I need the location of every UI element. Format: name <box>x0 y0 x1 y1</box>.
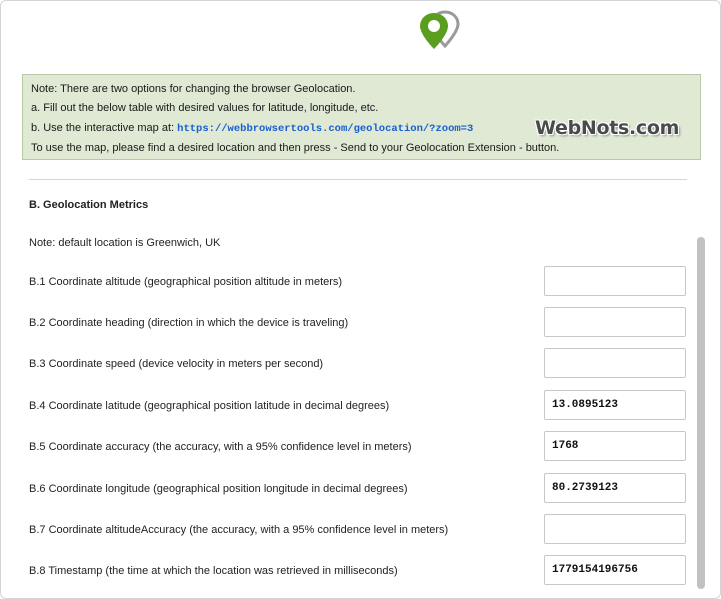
interactive-map-link[interactable]: https://webbrowsertools.com/geolocation/… <box>177 123 473 135</box>
altitude-accuracy-input[interactable] <box>544 514 686 544</box>
scrollbar-thumb[interactable] <box>697 237 705 589</box>
speed-input[interactable] <box>544 348 686 378</box>
heading-label: B.2 Coordinate heading (direction in whi… <box>29 317 349 329</box>
speed-label: B.3 Coordinate speed (device velocity in… <box>29 358 324 370</box>
section-divider <box>29 179 687 180</box>
note-line-intro: Note: There are two options for changing… <box>31 83 356 95</box>
accuracy-label: B.5 Coordinate accuracy (the accuracy, w… <box>29 441 412 453</box>
heading-input[interactable] <box>544 307 686 337</box>
note-option-b-text: b. Use the interactive map at: <box>31 122 178 134</box>
map-pin-icon <box>420 10 460 49</box>
accuracy-input[interactable] <box>544 431 686 461</box>
section-title: B. Geolocation Metrics <box>29 199 149 211</box>
longitude-label: B.6 Coordinate longitude (geographical p… <box>29 483 408 495</box>
note-line-option-b: b. Use the interactive map at: https://w… <box>31 122 473 135</box>
latitude-input[interactable] <box>544 390 686 420</box>
extension-panel: Note: There are two options for changing… <box>0 0 721 599</box>
latitude-label: B.4 Coordinate latitude (geographical po… <box>29 400 390 412</box>
geolocation-options-note: Note: There are two options for changing… <box>22 74 701 160</box>
altitude-label: B.1 Coordinate altitude (geographical po… <box>29 276 343 288</box>
timestamp-label: B.8 Timestamp (the time at which the loc… <box>29 565 398 577</box>
altitude-accuracy-label: B.7 Coordinate altitudeAccuracy (the acc… <box>29 524 449 536</box>
longitude-input[interactable] <box>544 473 686 503</box>
altitude-input[interactable] <box>544 266 686 296</box>
timestamp-input[interactable] <box>544 555 686 585</box>
default-location-note: Note: default location is Greenwich, UK <box>29 237 221 249</box>
webnots-watermark: WebNots.com <box>535 117 680 139</box>
note-line-map-usage: To use the map, please find a desired lo… <box>31 142 560 154</box>
note-line-option-a: a. Fill out the below table with desired… <box>31 102 379 114</box>
